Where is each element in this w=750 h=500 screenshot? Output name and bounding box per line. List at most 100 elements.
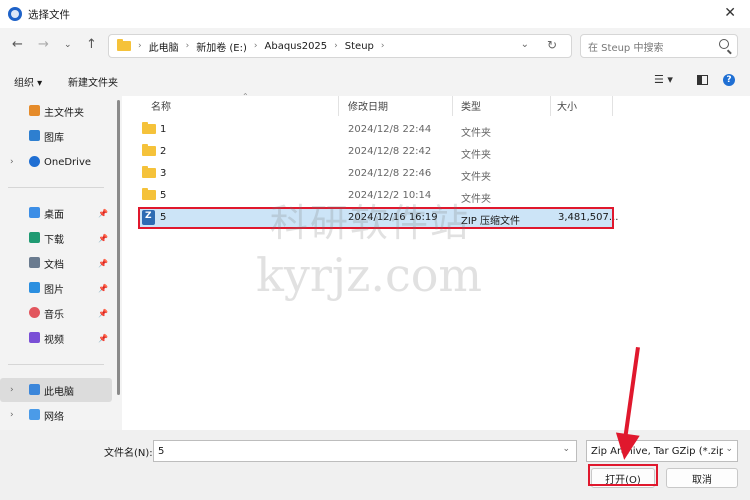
file-modified: 2024/12/2 10:14: [348, 190, 432, 201]
file-row[interactable]: 5 2024/12/2 10:14 文件夹: [138, 185, 612, 207]
chevron-down-icon[interactable]: ⌄: [521, 39, 529, 50]
sidebar-item-desktop[interactable]: 桌面 📌: [0, 201, 112, 225]
pin-icon[interactable]: 📌: [98, 309, 108, 318]
file-name: 1: [160, 124, 167, 135]
file-row[interactable]: 1 2024/12/8 22:44 文件夹: [138, 119, 612, 141]
highlight-box-open-button: [588, 464, 658, 486]
divider: [8, 187, 104, 188]
file-name: 2: [160, 146, 167, 157]
title-bar: 选择文件 ✕: [0, 0, 750, 28]
new-folder-button[interactable]: 新建文件夹: [68, 74, 118, 89]
sidebar-item-documents[interactable]: 文档 📌: [0, 251, 112, 275]
column-divider[interactable]: [612, 96, 613, 116]
search-placeholder: 在 Steup 中搜索: [588, 42, 664, 54]
breadcrumb-this-pc[interactable]: 此电脑: [149, 39, 179, 54]
file-name: 3: [160, 168, 167, 179]
download-icon: [29, 232, 40, 243]
network-icon: [29, 409, 40, 420]
close-icon[interactable]: ✕: [724, 5, 736, 21]
sidebar-item-this-pc[interactable]: › 此电脑: [0, 378, 112, 402]
gallery-icon: [29, 130, 40, 141]
sidebar-item-label: OneDrive: [44, 156, 92, 168]
folder-icon: [142, 188, 156, 200]
file-modified: 2024/12/8 22:44: [348, 124, 432, 135]
file-type: 文件夹: [461, 194, 491, 205]
pin-icon[interactable]: 📌: [98, 209, 108, 218]
recent-chevron-icon[interactable]: ⌄: [64, 40, 72, 50]
sidebar-item-label: 视频: [44, 334, 64, 346]
forward-arrow-icon[interactable]: →: [38, 37, 49, 52]
search-icon: [719, 39, 729, 49]
sidebar-item-label: 图片: [44, 284, 64, 296]
file-type: 文件夹: [461, 172, 491, 183]
pin-icon[interactable]: 📌: [98, 234, 108, 243]
search-input[interactable]: 在 Steup 中搜索: [580, 34, 738, 58]
music-icon: [29, 307, 40, 318]
column-header-size[interactable]: 大小: [557, 98, 577, 113]
chevron-right-icon[interactable]: ›: [10, 410, 14, 420]
sidebar-item-home[interactable]: 主文件夹: [0, 99, 112, 123]
back-arrow-icon[interactable]: ←: [12, 37, 23, 52]
chevron-right-icon: ›: [253, 41, 258, 51]
column-header-modified[interactable]: 修改日期: [348, 98, 388, 113]
folder-icon: [142, 166, 156, 178]
filetype-select[interactable]: Zip Archive, Tar GZip (*.zip * ⌄: [586, 440, 738, 462]
address-bar[interactable]: › 此电脑 › 新加卷 (E:) › Abaqus2025 › Steup › …: [108, 34, 572, 58]
chevron-right-icon[interactable]: ›: [10, 385, 14, 395]
sidebar-item-music[interactable]: 音乐 📌: [0, 301, 112, 325]
filename-field[interactable]: 5 ⌄: [153, 440, 577, 462]
sort-ascending-icon: ⌃: [242, 92, 249, 101]
chevron-down-icon[interactable]: ⌄: [723, 444, 733, 454]
file-list: ⌃ 名称 修改日期 类型 大小 1 2024/12/8 22:44 文件夹 2 …: [122, 92, 750, 430]
navigation-bar: ← → ⌄ ↑ › 此电脑 › 新加卷 (E:) › Abaqus2025 › …: [0, 28, 750, 64]
chevron-right-icon: ›: [185, 41, 190, 51]
pin-icon[interactable]: 📌: [98, 334, 108, 343]
sidebar-item-gallery[interactable]: 图库: [0, 124, 112, 148]
column-divider[interactable]: [452, 96, 453, 116]
breadcrumb-drive[interactable]: 新加卷 (E:): [196, 39, 247, 54]
sidebar-item-label: 图库: [44, 132, 64, 144]
file-row[interactable]: 3 2024/12/8 22:46 文件夹: [138, 163, 612, 185]
sidebar-scrollbar[interactable]: [117, 100, 120, 395]
filename-value: 5: [158, 445, 165, 457]
sidebar-item-label: 下载: [44, 234, 64, 246]
column-header-type[interactable]: 类型: [461, 98, 481, 113]
folder-icon: [142, 122, 156, 134]
help-icon[interactable]: ?: [723, 74, 735, 86]
sidebar-item-label: 音乐: [44, 309, 64, 321]
column-divider[interactable]: [550, 96, 551, 116]
chevron-down-icon[interactable]: ⌄: [562, 444, 570, 454]
cancel-button[interactable]: 取消: [666, 468, 738, 488]
refresh-icon[interactable]: ↻: [547, 38, 557, 52]
sidebar-item-label: 主文件夹: [44, 107, 84, 119]
chevron-right-icon: ›: [334, 41, 338, 51]
organize-button[interactable]: 组织 ▾: [14, 74, 42, 89]
sidebar-item-label: 此电脑: [44, 386, 74, 398]
cloud-icon: [29, 156, 40, 167]
filename-label: 文件名(N):: [104, 448, 153, 459]
sidebar-item-label: 桌面: [44, 209, 64, 221]
sidebar-item-videos[interactable]: 视频 📌: [0, 326, 112, 350]
annotation-arrow-head: [612, 432, 640, 462]
column-divider[interactable]: [338, 96, 339, 116]
sidebar-item-downloads[interactable]: 下载 📌: [0, 226, 112, 250]
up-arrow-icon[interactable]: ↑: [86, 37, 97, 52]
breadcrumb-abaqus[interactable]: Abaqus2025: [265, 41, 328, 52]
chevron-right-icon: ›: [380, 41, 385, 51]
column-header-name[interactable]: 名称: [151, 98, 171, 113]
sidebar-item-onedrive[interactable]: › OneDrive: [0, 150, 112, 174]
file-modified: 2024/12/8 22:42: [348, 146, 432, 157]
sidebar-item-network[interactable]: › 网络: [0, 403, 112, 427]
preview-pane-icon[interactable]: [697, 75, 708, 85]
document-icon: [29, 257, 40, 268]
chevron-right-icon[interactable]: ›: [10, 157, 14, 167]
file-type: 文件夹: [461, 128, 491, 139]
sidebar-item-label: 网络: [44, 411, 64, 423]
breadcrumb-steup[interactable]: Steup: [345, 41, 374, 52]
pin-icon[interactable]: 📌: [98, 259, 108, 268]
sidebar-item-label: 文档: [44, 259, 64, 271]
file-row[interactable]: 2 2024/12/8 22:42 文件夹: [138, 141, 612, 163]
pin-icon[interactable]: 📌: [98, 284, 108, 293]
view-menu-icon[interactable]: ☰ ▾: [654, 73, 673, 86]
sidebar-item-pictures[interactable]: 图片 📌: [0, 276, 112, 300]
